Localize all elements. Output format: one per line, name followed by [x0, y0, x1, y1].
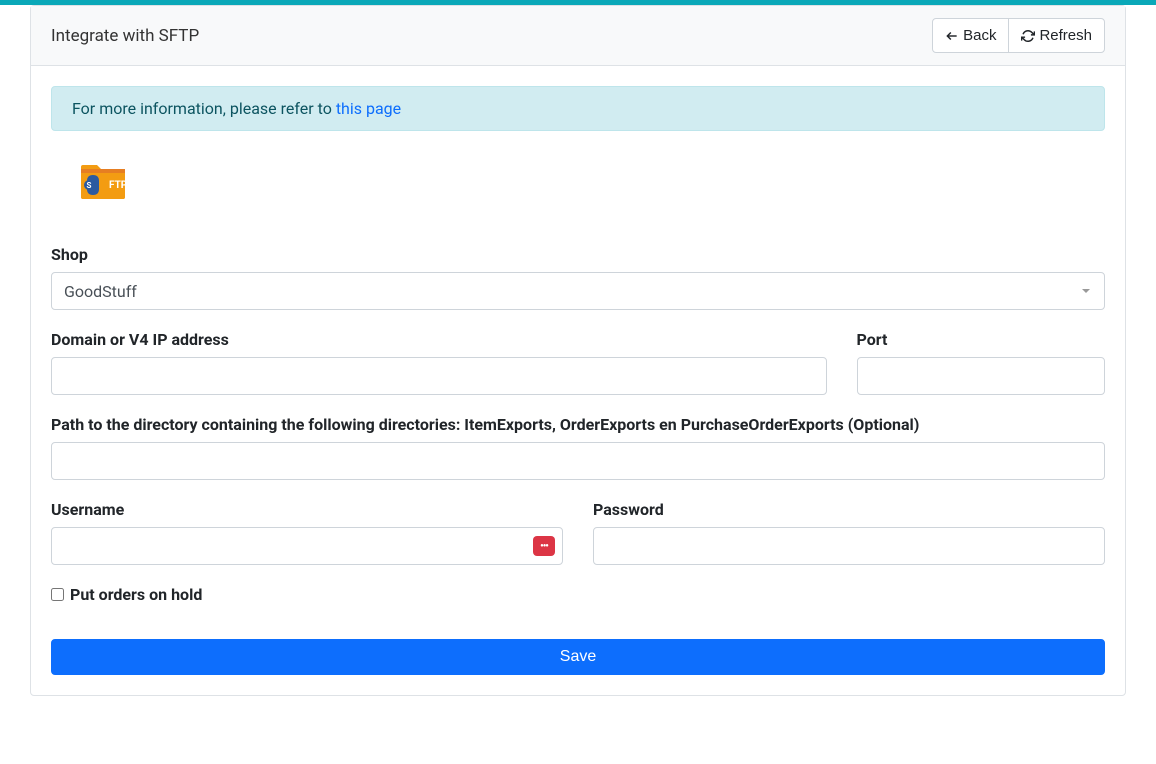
card-header: Integrate with SFTP Back Refresh [31, 6, 1125, 66]
integration-card: Integrate with SFTP Back Refresh [30, 5, 1126, 696]
alert-text: For more information, please refer to [72, 99, 336, 118]
hold-orders-label[interactable]: Put orders on hold [70, 585, 202, 604]
info-alert: For more information, please refer to th… [51, 86, 1105, 131]
password-field-group: Password [593, 500, 1105, 565]
header-button-group: Back Refresh [932, 18, 1105, 53]
hold-orders-group: Put orders on hold [51, 585, 1105, 604]
svg-text:S: S [87, 181, 92, 190]
arrow-left-icon [945, 29, 959, 43]
chevron-down-icon [1082, 289, 1090, 293]
domain-label: Domain or V4 IP address [51, 330, 827, 349]
password-manager-icon[interactable]: ••• [533, 536, 555, 556]
refresh-button[interactable]: Refresh [1008, 18, 1105, 53]
path-label: Path to the directory containing the fol… [51, 415, 1105, 434]
password-input[interactable] [593, 527, 1105, 565]
username-input[interactable] [51, 527, 563, 565]
shop-selected-value: GoodStuff [64, 282, 137, 301]
shop-select[interactable]: GoodStuff [51, 272, 1105, 310]
refresh-icon [1021, 29, 1035, 43]
back-button-label: Back [963, 25, 996, 46]
svg-text:FTP: FTP [109, 180, 127, 191]
info-link[interactable]: this page [336, 99, 401, 118]
domain-input[interactable] [51, 357, 827, 395]
page-title: Integrate with SFTP [51, 26, 199, 46]
domain-field-group: Domain or V4 IP address [51, 330, 827, 395]
save-button[interactable]: Save [51, 639, 1105, 675]
refresh-button-label: Refresh [1039, 25, 1092, 46]
hold-orders-checkbox[interactable] [51, 588, 64, 601]
path-input[interactable] [51, 442, 1105, 480]
shop-field-group: Shop GoodStuff [51, 245, 1105, 310]
back-button[interactable]: Back [932, 18, 1009, 53]
port-field-group: Port [857, 330, 1106, 395]
username-label: Username [51, 500, 563, 519]
shop-label: Shop [51, 245, 1105, 264]
password-label: Password [593, 500, 1105, 519]
card-body: For more information, please refer to th… [31, 66, 1125, 695]
port-input[interactable] [857, 357, 1106, 395]
path-field-group: Path to the directory containing the fol… [51, 415, 1105, 480]
username-field-group: Username ••• [51, 500, 563, 565]
sftp-icon: S FTP [79, 161, 1105, 205]
port-label: Port [857, 330, 1106, 349]
